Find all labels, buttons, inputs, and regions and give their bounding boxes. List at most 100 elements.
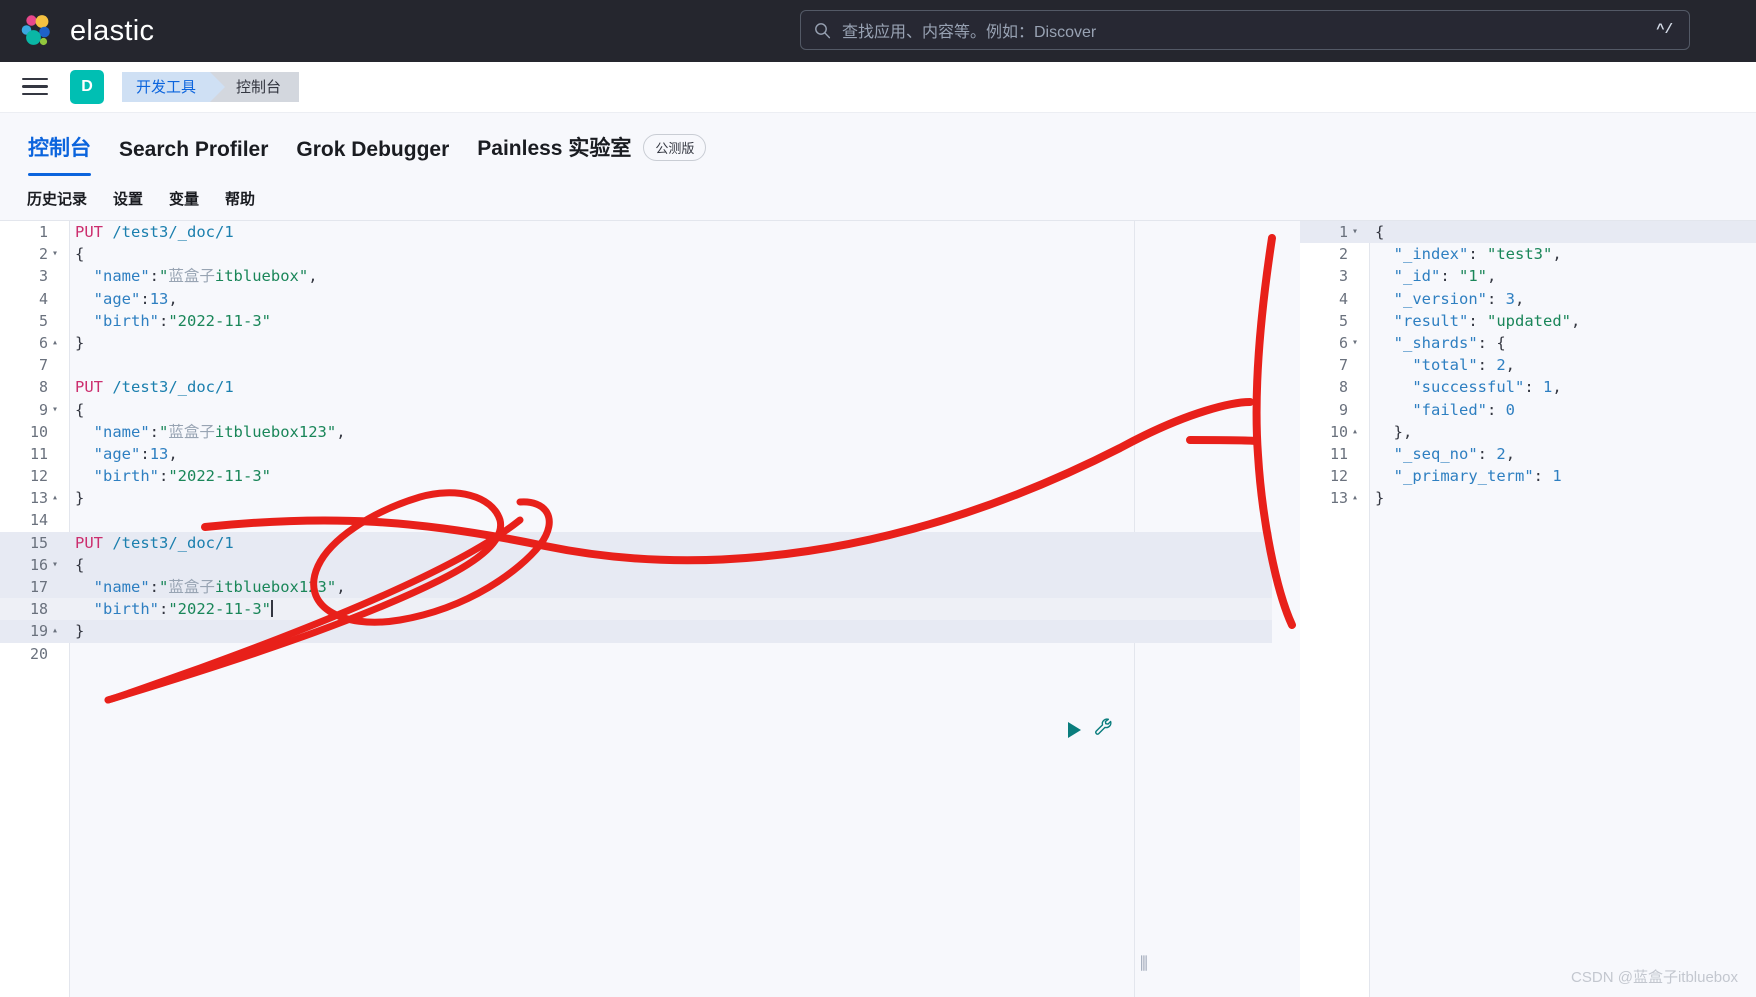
response-line-text: "_primary_term": 1: [1393, 467, 1562, 486]
response-row: 10 ▴ },: [1300, 421, 1756, 443]
response-line-text: "_shards": {: [1393, 333, 1506, 352]
fold-toggle-icon[interactable]: ▴: [48, 487, 62, 509]
console-toolbar: 历史记录 设置 变量 帮助: [0, 176, 1756, 220]
response-line-text: "_index": "test3",: [1393, 245, 1562, 264]
text-caret: [271, 600, 273, 618]
editor-line-number: 3: [38, 267, 48, 286]
tab-painless-lab[interactable]: Painless 实验室 公测版: [463, 132, 720, 176]
tab-painless-lab-label: Painless 实验室: [477, 137, 632, 160]
tab-console[interactable]: 控制台: [14, 132, 105, 176]
fold-toggle-icon[interactable]: ▾: [48, 554, 62, 576]
csdn-watermark: CSDN @蓝盒子itbluebox: [1571, 969, 1738, 986]
response-line-text: {: [1375, 223, 1385, 241]
editor-row: 13 ▴}: [0, 487, 1272, 509]
editor-line-text: "age":13,: [93, 289, 178, 308]
editor-row: 16 ▾ {: [0, 553, 1272, 576]
editor-row: 12 "birth":"2022-11-3": [0, 465, 1272, 487]
response-line-number: 12: [1329, 467, 1348, 486]
play-run-icon[interactable]: [1068, 721, 1081, 738]
response-line-number: 13 ▴: [1300, 487, 1366, 509]
brand-name: elastic: [70, 14, 155, 47]
response-pane[interactable]: 1 ▾{2 "_index": "test3", 3 "_id": "1", 4 "_…: [1300, 221, 1756, 997]
response-line-number: 3: [1338, 267, 1348, 286]
elastic-brand[interactable]: elastic: [18, 12, 154, 50]
response-row: 12 "_primary_term": 1: [1300, 465, 1756, 487]
editor-line-number: 11: [29, 444, 48, 463]
response-row: 4 "_version": 3,: [1300, 288, 1756, 310]
editor-row: 10 "name":"蓝盒子itbluebox123",: [0, 421, 1272, 443]
devtools-tab-bar: 控制台 Search Profiler Grok Debugger Painle…: [0, 112, 1756, 176]
editor-line-text: }: [75, 489, 85, 508]
fold-toggle-icon[interactable]: ▾: [1348, 221, 1362, 243]
editor-line-text: }: [75, 622, 85, 641]
editor-line-number: 5: [38, 311, 48, 330]
response-line-number: 6 ▾: [1300, 332, 1366, 354]
response-line-text: }: [1375, 489, 1385, 508]
editor-line-number: 2 ▾: [0, 243, 66, 265]
editor-line-text: PUT /test3/_doc/1: [75, 533, 234, 552]
fold-toggle-icon[interactable]: ▾: [48, 399, 62, 421]
console-menu-history[interactable]: 历史记录: [14, 188, 100, 209]
editor-row: 20: [0, 643, 1272, 665]
response-row: 11 "_seq_no": 2,: [1300, 443, 1756, 465]
global-search-bar[interactable]: 查找应用、内容等。例如：Discover ^/: [800, 10, 1690, 50]
editor-line-number: 9 ▾: [0, 399, 66, 421]
response-line-number: 11: [1329, 444, 1348, 463]
response-line-text: "_id": "1",: [1393, 267, 1497, 286]
breadcrumb-bar: D 开发工具 控制台: [0, 62, 1756, 112]
breadcrumb-item-devtools[interactable]: 开发工具: [122, 71, 226, 102]
editor-line-text: "name":"蓝盒子itbluebox",: [93, 267, 318, 286]
request-editor-lines[interactable]: 1 PUT /test3/_doc/1 2 ▾ {3 "name":"蓝盒子itblue…: [0, 221, 1272, 665]
editor-line-text: "birth":"2022-11-3": [93, 311, 271, 330]
hamburger-menu-icon[interactable]: [22, 73, 48, 101]
editor-line-text: "age":13,: [93, 444, 178, 463]
wrench-tools-icon[interactable]: [1093, 716, 1115, 743]
pane-drag-handle[interactable]: ⫼: [1140, 954, 1148, 974]
editor-line-number: 15: [29, 533, 48, 552]
tab-grok-debugger-label: Grok Debugger: [296, 138, 450, 161]
search-shortcut-hint: ^/: [1656, 22, 1673, 38]
editor-line-text: "birth":"2022-11-3": [93, 600, 273, 619]
fold-toggle-icon[interactable]: ▴: [48, 620, 62, 642]
editor-line-text: "birth":"2022-11-3": [93, 467, 271, 486]
space-avatar[interactable]: D: [70, 69, 104, 104]
tab-search-profiler[interactable]: Search Profiler: [105, 138, 282, 176]
console-menu-variables[interactable]: 变量: [156, 188, 212, 209]
editor-line-text: {: [75, 400, 85, 419]
response-line-text: "result": "updated",: [1393, 311, 1581, 330]
editor-line-text: PUT /test3/_doc/1: [75, 378, 234, 397]
fold-toggle-icon[interactable]: ▴: [48, 332, 62, 354]
response-row: 8 "successful": 1,: [1300, 376, 1756, 398]
editor-line-number: 12: [29, 467, 48, 486]
console-menu-help[interactable]: 帮助: [212, 188, 268, 209]
response-line-number: 2: [1338, 245, 1348, 264]
editor-line-text: PUT /test3/_doc/1: [75, 223, 234, 241]
fold-toggle-icon[interactable]: ▾: [1348, 332, 1362, 354]
response-line-number: 9: [1338, 400, 1348, 419]
fold-toggle-icon[interactable]: ▴: [1348, 421, 1362, 443]
fold-toggle-icon[interactable]: ▴: [1348, 487, 1362, 509]
editor-line-number: 4: [38, 289, 48, 308]
editor-line-number: 1: [38, 223, 48, 241]
editor-line-number: 16 ▾: [0, 554, 66, 576]
response-row: 6 ▾ "_shards": {: [1300, 332, 1756, 354]
editor-row: 9 ▾ {: [0, 399, 1272, 421]
editor-line-text: {: [75, 555, 85, 574]
request-editor-pane[interactable]: 1 PUT /test3/_doc/1 2 ▾ {3 "name":"蓝盒子itblue…: [0, 221, 1272, 997]
console-menu-settings[interactable]: 设置: [100, 188, 156, 209]
response-lines: 1 ▾{2 "_index": "test3", 3 "_id": "1", 4 "_…: [1300, 221, 1756, 509]
response-line-number: 1 ▾: [1300, 221, 1366, 243]
editor-line-number: 17: [29, 578, 48, 596]
response-line-number: 7: [1338, 356, 1348, 375]
response-line-number: 8: [1338, 378, 1348, 397]
global-search-input[interactable]: 查找应用、内容等。例如：Discover: [842, 18, 1656, 42]
editor-line-number: 13 ▴: [0, 487, 66, 509]
editor-row: 14: [0, 509, 1272, 531]
editor-line-number: 14: [29, 511, 48, 530]
editor-row: 6 ▴}: [0, 332, 1272, 354]
response-row: 5 "result": "updated",: [1300, 310, 1756, 332]
editor-line-text: "name":"蓝盒子itbluebox123",: [93, 422, 346, 441]
response-row: 3 "_id": "1",: [1300, 265, 1756, 287]
tab-grok-debugger[interactable]: Grok Debugger: [282, 138, 463, 176]
fold-toggle-icon[interactable]: ▾: [48, 243, 62, 265]
